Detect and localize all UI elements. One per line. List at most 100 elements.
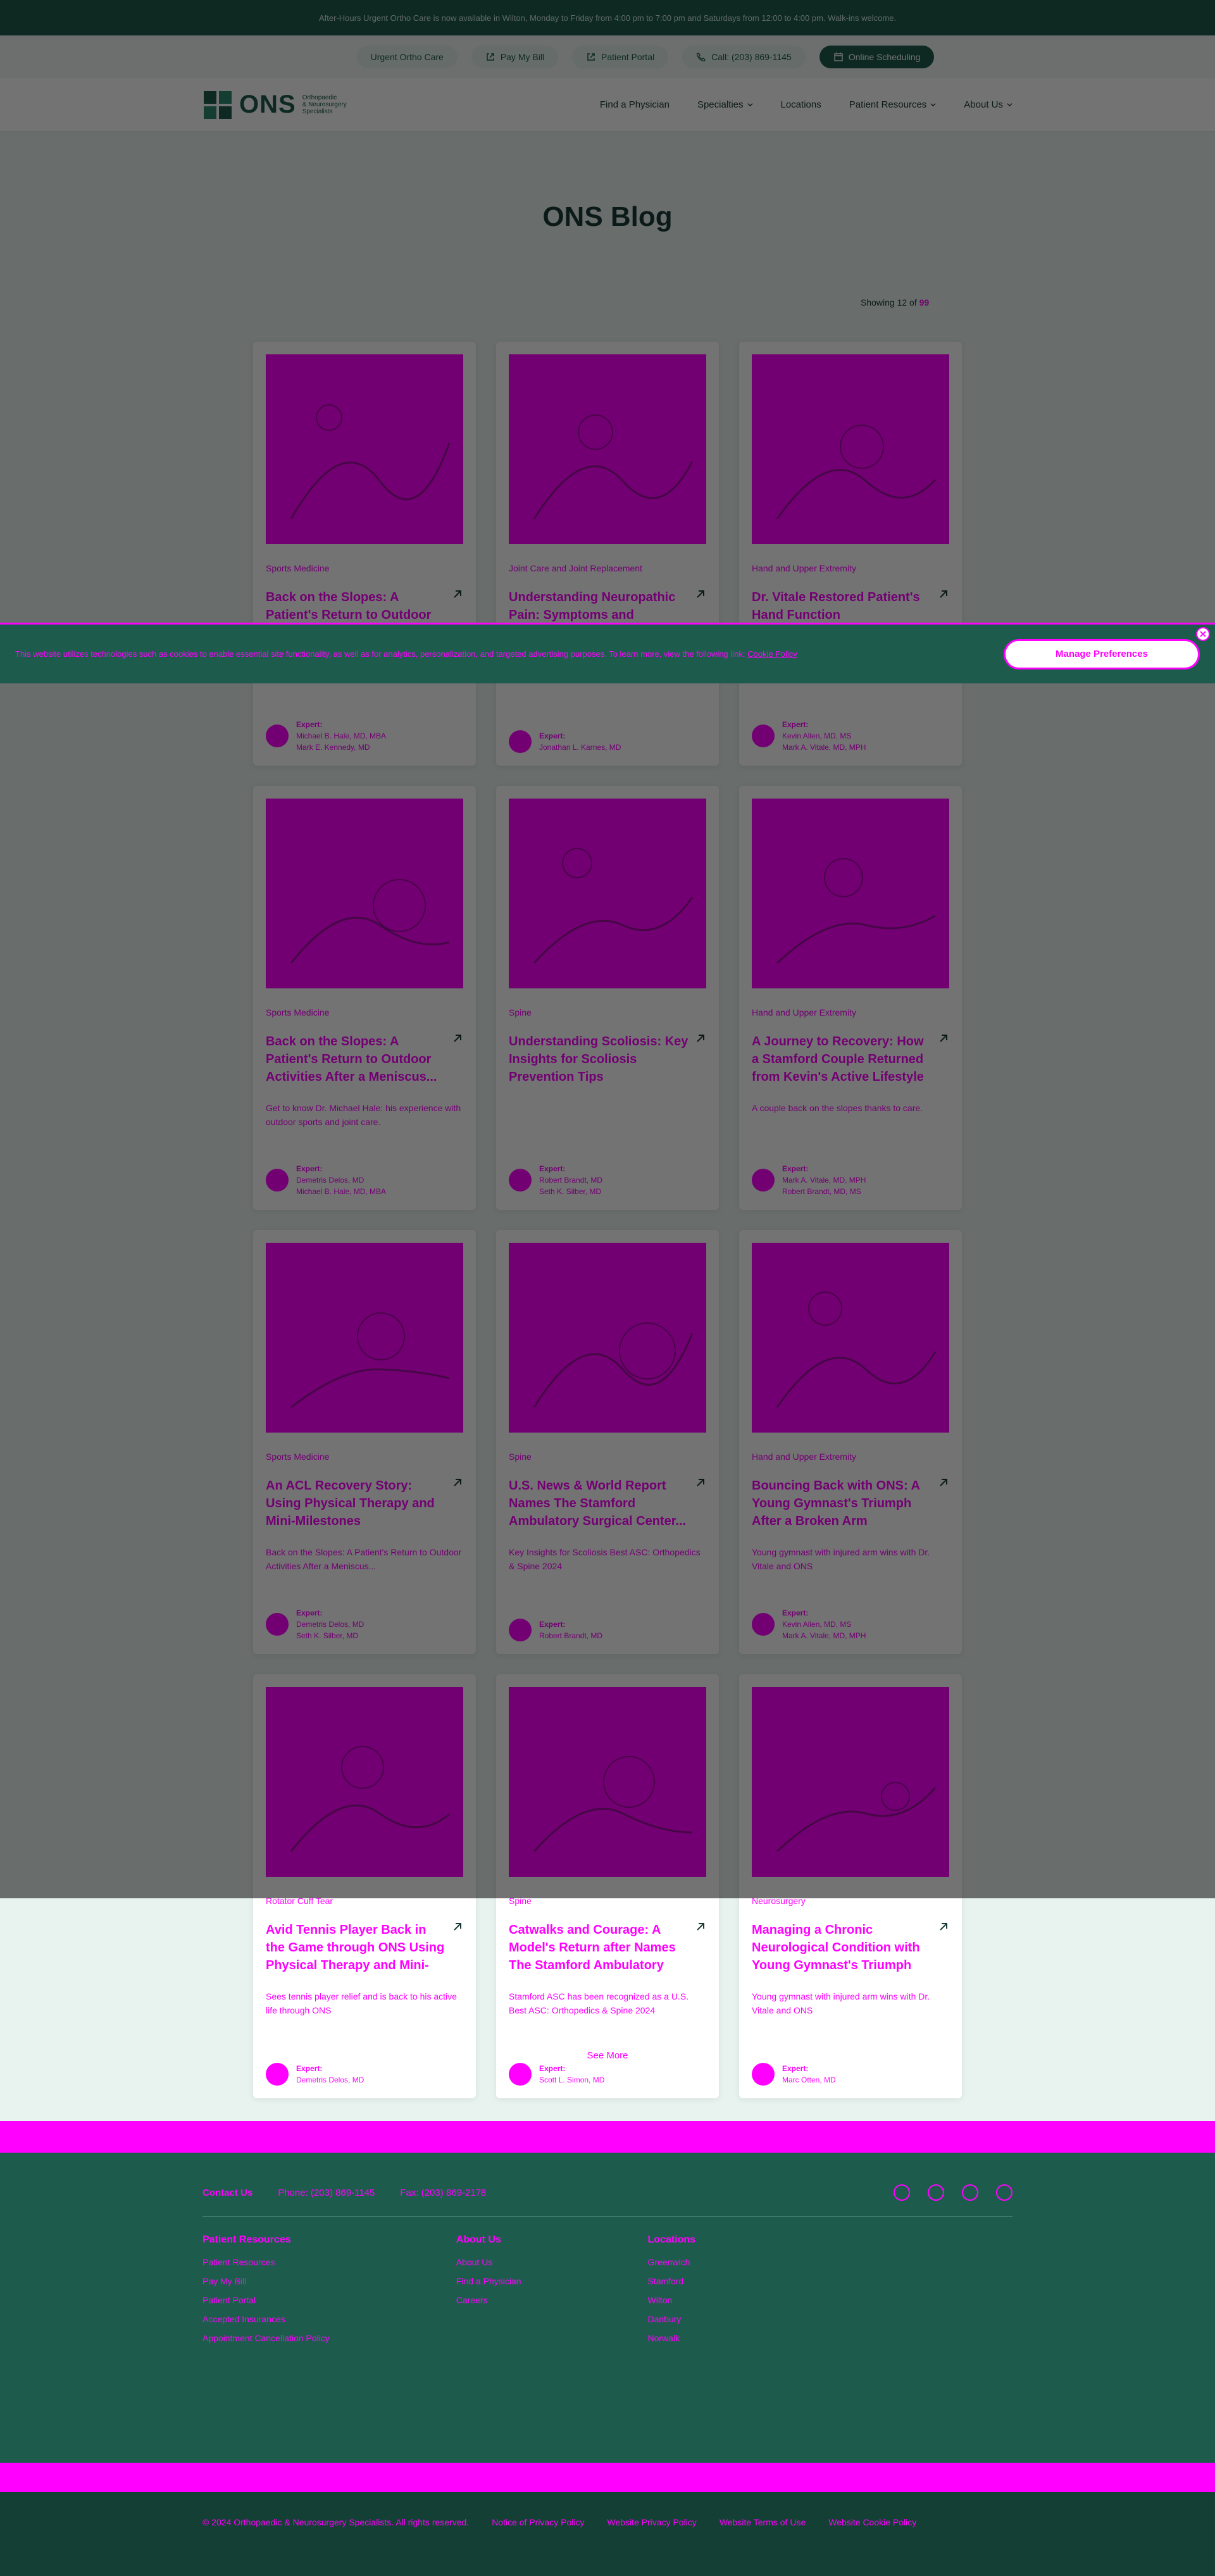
legal-link[interactable]: Website Cookie Policy — [828, 2517, 916, 2551]
expert-label: Expert: — [539, 1620, 566, 1629]
blog-card-title[interactable]: Catwalks and Courage: A Model's Return a… — [509, 1921, 688, 1974]
blog-card-category[interactable]: Sports Medicine — [266, 1007, 463, 1017]
footer-link[interactable]: Wilton — [648, 2295, 696, 2305]
footer-link[interactable]: Patient Portal — [202, 2295, 330, 2305]
expert-name[interactable]: Demetris Delos, MD — [296, 1619, 364, 1630]
footer-link[interactable]: Careers — [456, 2295, 521, 2305]
blog-card-title[interactable]: Back on the Slopes: A Patient's Return t… — [266, 1033, 446, 1086]
blog-card-title[interactable]: Dr. Vitale Restored Patient's Hand Funct… — [752, 588, 932, 624]
blog-card-category[interactable]: Spine — [509, 1452, 706, 1462]
instagram-icon[interactable] — [928, 2184, 944, 2201]
blog-card[interactable]: Joint Care and Joint Replacement Underst… — [496, 342, 719, 766]
footer-link[interactable]: Patient Resources — [202, 2257, 330, 2267]
x-twitter-icon[interactable] — [996, 2184, 1012, 2201]
linkedin-icon[interactable] — [962, 2184, 978, 2201]
footer-link[interactable]: Greenwich — [648, 2257, 696, 2267]
footer-col-title: About Us — [456, 2234, 501, 2245]
blog-card[interactable]: Hand and Upper Extremity Dr. Vitale Rest… — [739, 342, 962, 766]
expert-name[interactable]: Mark A. Vitale, MD, MPH — [782, 1174, 866, 1186]
blog-card-category[interactable]: Hand and Upper Extremity — [752, 1007, 949, 1017]
cookie-policy-link[interactable]: Cookie Policy — [747, 649, 797, 659]
expert-name[interactable]: Marc Otten, MD — [782, 2074, 836, 2086]
online-scheduling-button[interactable]: Online Scheduling — [819, 46, 935, 68]
expert-name[interactable]: Kevin Allen, MD, MS — [782, 1619, 866, 1630]
expert-label: Expert: — [782, 720, 809, 729]
footer-link[interactable]: Pay My Bill — [202, 2276, 330, 2286]
expert-name[interactable]: Michael B. Hale, MD, MBA — [296, 1186, 386, 1197]
blog-card[interactable]: Spine Understanding Scoliosis: Key Insig… — [496, 786, 719, 1210]
expert-name[interactable]: Michael B. Hale, MD, MBA — [296, 730, 386, 742]
blog-card-image — [266, 354, 463, 544]
blog-card[interactable]: Sports Medicine Back on the Slopes: A Pa… — [253, 786, 476, 1210]
blog-card[interactable]: Spine Catwalks and Courage: A Model's Re… — [496, 1674, 719, 2098]
blog-card[interactable]: Sports Medicine An ACL Recovery Story: U… — [253, 1230, 476, 1654]
blog-card-title[interactable]: U.S. News & World Report Names The Stamf… — [509, 1477, 688, 1530]
blog-card-category[interactable]: Joint Care and Joint Replacement — [509, 563, 706, 573]
nav-locations[interactable]: Locations — [781, 99, 821, 110]
call-link[interactable]: Call: (203) 869-1145 — [682, 46, 806, 68]
footer-link[interactable]: Danbury — [648, 2314, 696, 2324]
nav-specialties[interactable]: Specialties — [697, 99, 753, 110]
blog-card-title[interactable]: Bouncing Back with ONS: A Young Gymnast'… — [752, 1477, 932, 1530]
arrow-up-right-icon — [454, 1035, 461, 1042]
pay-my-bill-link[interactable]: Pay My Bill — [471, 46, 559, 68]
blog-card-expert: Expert: Marc Otten, MD — [752, 2063, 949, 2086]
facebook-icon[interactable] — [894, 2184, 910, 2201]
blog-card-title[interactable]: Understanding Scoliosis: Key Insights fo… — [509, 1033, 688, 1086]
expert-name[interactable]: Seth K. Silber, MD — [539, 1186, 602, 1197]
legal-link[interactable]: Website Privacy Policy — [607, 2517, 696, 2551]
expert-name[interactable]: Seth K. Silber, MD — [296, 1630, 364, 1641]
expert-name[interactable]: Jonathan L. Karnes, MD — [539, 742, 621, 753]
blog-card[interactable]: Neurosurgery Managing a Chronic Neurolog… — [739, 1674, 962, 2098]
footer-link[interactable]: Find a Physician — [456, 2276, 521, 2286]
blog-card-category[interactable]: Rotator Cuff Tear — [266, 1896, 463, 1906]
expert-name[interactable]: Mark A. Vitale, MD, MPH — [782, 1630, 866, 1641]
blog-card-category[interactable]: Spine — [509, 1007, 706, 1017]
expert-name[interactable]: Robert Brandt, MD — [539, 1630, 602, 1641]
expert-name[interactable]: Mark E. Kennedy, MD — [296, 742, 386, 753]
blog-card[interactable]: Spine U.S. News & World Report Names The… — [496, 1230, 719, 1654]
blog-card[interactable]: Hand and Upper Extremity Bouncing Back w… — [739, 1230, 962, 1654]
blog-card-category[interactable]: Hand and Upper Extremity — [752, 1452, 949, 1462]
avatar — [509, 2063, 532, 2086]
blog-card-expert: Expert: Robert Brandt, MD — [509, 1619, 706, 1641]
expert-name[interactable]: Demetris Delos, MD — [296, 2074, 364, 2086]
blog-card-category[interactable]: Hand and Upper Extremity — [752, 563, 949, 573]
legal-link[interactable]: Website Terms of Use — [720, 2517, 806, 2551]
urgent-ortho-care-link[interactable]: Urgent Ortho Care — [356, 46, 458, 68]
expert-name[interactable]: Scott L. Simon, MD — [539, 2074, 604, 2086]
footer-link[interactable]: Norwalk — [648, 2333, 696, 2343]
blog-card-category[interactable]: Sports Medicine — [266, 1452, 463, 1462]
expert-name[interactable]: Robert Brandt, MD, MS — [782, 1186, 866, 1197]
blog-card-category[interactable]: Neurosurgery — [752, 1896, 949, 1906]
blog-card-category[interactable]: Sports Medicine — [266, 563, 463, 573]
blog-card-title[interactable]: Managing a Chronic Neurological Conditio… — [752, 1921, 932, 1974]
copyright-text: © 2024 Orthopaedic & Neurosurgery Specia… — [202, 2517, 470, 2527]
patient-portal-link[interactable]: Patient Portal — [572, 46, 669, 68]
expert-name[interactable]: Demetris Delos, MD — [296, 1174, 386, 1186]
blog-card[interactable]: Sports Medicine Back on the Slopes: A Pa… — [253, 342, 476, 766]
expert-name[interactable]: Robert Brandt, MD — [539, 1174, 602, 1186]
close-icon[interactable] — [1196, 627, 1210, 641]
blog-card[interactable]: Rotator Cuff Tear Avid Tennis Player Bac… — [253, 1674, 476, 2098]
ons-logo[interactable]: ONS Orthopaedic & Neurosurgery Specialis… — [202, 90, 347, 120]
expert-name[interactable]: Kevin Allen, MD, MS — [782, 730, 866, 742]
nav-patient-resources[interactable]: Patient Resources — [849, 99, 937, 110]
legal-link[interactable]: Notice of Privacy Policy — [492, 2517, 584, 2551]
avatar — [266, 1613, 289, 1636]
footer-link[interactable]: About Us — [456, 2257, 521, 2267]
expert-name[interactable]: Mark A. Vitale, MD, MPH — [782, 742, 866, 753]
footer-link[interactable]: Appointment Cancellation Policy — [202, 2333, 330, 2343]
footer-link[interactable]: Accepted Insurances — [202, 2314, 330, 2324]
footer-phone[interactable]: Phone: (203) 869-1145 — [278, 2187, 375, 2198]
nav-about-us[interactable]: About Us — [964, 99, 1012, 110]
blog-card-title[interactable]: A Journey to Recovery: How a Stamford Co… — [752, 1033, 932, 1086]
blog-card-title[interactable]: An ACL Recovery Story: Using Physical Th… — [266, 1477, 446, 1530]
manage-preferences-button[interactable]: Manage Preferences — [1004, 638, 1200, 669]
blog-card[interactable]: Hand and Upper Extremity A Journey to Re… — [739, 786, 962, 1210]
blog-card-title[interactable]: Avid Tennis Player Back in the Game thro… — [266, 1921, 446, 1974]
nav-find-physician[interactable]: Find a Physician — [600, 99, 670, 110]
footer-link[interactable]: Stamford — [648, 2276, 696, 2286]
blog-card-category[interactable]: Spine — [509, 1896, 706, 1906]
see-more-link[interactable]: See More — [0, 2050, 1215, 2061]
